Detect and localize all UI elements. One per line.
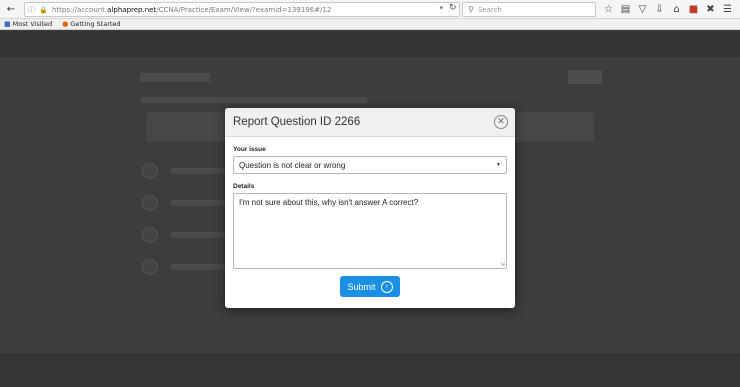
answer-text-dimmed bbox=[170, 264, 225, 270]
question-heading-dimmed bbox=[140, 73, 210, 82]
answer-option-dimmed bbox=[142, 195, 158, 211]
answer-text-dimmed bbox=[170, 232, 225, 238]
details-textarea[interactable]: I'm not sure about this, why isn't answe… bbox=[233, 193, 507, 269]
site-header bbox=[0, 31, 740, 57]
url-domain: alphaprep.net bbox=[107, 5, 157, 14]
search-icon: ⚲ bbox=[468, 5, 474, 14]
answer-text-dimmed bbox=[170, 168, 225, 174]
modal-body: Your issue Question is not clear or wron… bbox=[225, 137, 515, 297]
search-input[interactable]: ⚲ Search bbox=[462, 2, 596, 17]
bookmark-label: Getting Started bbox=[70, 20, 121, 28]
bookmark-star-icon[interactable]: ☆ bbox=[600, 4, 617, 15]
question-text-dimmed bbox=[140, 97, 368, 103]
issue-selected-value: Question is not clear or wrong bbox=[239, 160, 346, 170]
url-dropdown-icon[interactable]: ▾ bbox=[439, 4, 443, 12]
answer-option-dimmed bbox=[142, 163, 158, 179]
bookmark-most-visited[interactable]: ■ Most Visited bbox=[4, 20, 52, 28]
answer-option-dimmed bbox=[142, 227, 158, 243]
url-path: /CCNA/Practice/Exam/View/?examid=139196#… bbox=[156, 5, 332, 14]
header-button-dimmed bbox=[568, 70, 602, 84]
back-icon[interactable]: ← bbox=[4, 2, 18, 16]
menu-icon[interactable]: ☰ bbox=[719, 4, 736, 15]
library-icon[interactable]: ▤ bbox=[617, 4, 634, 15]
addon-icon[interactable]: ✖ bbox=[702, 4, 719, 15]
search-placeholder: Search bbox=[477, 5, 502, 14]
home-icon[interactable]: ⌂ bbox=[668, 4, 685, 15]
extension-icon[interactable]: ■ bbox=[685, 4, 702, 15]
issue-label: Your issue bbox=[233, 146, 266, 153]
bookmarks-toolbar: ■ Most Visited ● Getting Started bbox=[0, 19, 740, 30]
modal-header: Report Question ID 2266 ✕ bbox=[225, 108, 515, 137]
bookmark-getting-started[interactable]: ● Getting Started bbox=[62, 20, 120, 28]
folder-icon: ■ bbox=[4, 20, 11, 28]
answer-text-dimmed bbox=[170, 200, 225, 206]
footer-dimmed bbox=[0, 353, 740, 387]
browser-toolbar: ← ⓘ 🔒 https://account. alphaprep.net/CCNA… bbox=[0, 0, 740, 19]
pocket-icon[interactable]: ▽ bbox=[634, 4, 651, 15]
resize-handle-icon[interactable]: ⇲ bbox=[500, 261, 505, 268]
url-bar[interactable]: ⓘ 🔒 https://account. alphaprep.net/CCNA/P… bbox=[24, 2, 460, 17]
submit-button[interactable]: Submit › bbox=[340, 276, 400, 297]
answer-option-dimmed bbox=[142, 259, 158, 275]
bookmark-label: Most Visited bbox=[12, 20, 53, 28]
firefox-icon: ● bbox=[62, 20, 69, 28]
report-question-modal: Report Question ID 2266 ✕ Your issue Que… bbox=[225, 108, 515, 308]
arrow-right-icon: › bbox=[380, 280, 393, 293]
close-icon[interactable]: ✕ bbox=[494, 115, 508, 129]
details-text: I'm not sure about this, why isn't answe… bbox=[239, 198, 419, 207]
modal-title: Report Question ID 2266 bbox=[233, 116, 361, 128]
issue-select[interactable]: Question is not clear or wrong ▼ bbox=[233, 156, 507, 174]
reload-icon[interactable]: ↻ bbox=[449, 3, 457, 13]
chevron-down-icon: ▼ bbox=[496, 162, 501, 168]
url-prefix: https://account. bbox=[51, 5, 108, 14]
submit-label: Submit bbox=[347, 281, 376, 292]
details-label: Details bbox=[233, 183, 255, 190]
browser-actions: ☆ ▤ ▽ ⇩ ⌂ ■ ✖ ☰ bbox=[600, 2, 736, 17]
submit-row: Submit › bbox=[233, 276, 507, 297]
site-info-icon[interactable]: ⓘ 🔒 bbox=[28, 5, 49, 15]
download-icon[interactable]: ⇩ bbox=[651, 4, 668, 15]
